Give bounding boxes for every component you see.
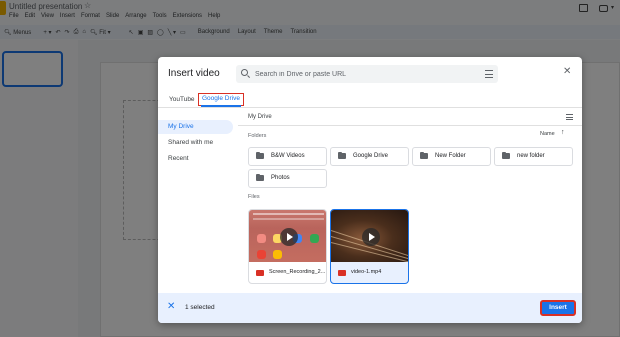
- shared-folder-icon: [256, 151, 264, 159]
- play-icon[interactable]: [362, 228, 380, 246]
- files-heading: Files: [248, 194, 260, 200]
- folder-name: New Folder: [435, 153, 466, 159]
- folder-item[interactable]: new folder: [494, 147, 573, 166]
- video-file-icon: [338, 270, 346, 276]
- video-file-icon: [256, 270, 264, 276]
- close-icon[interactable]: ✕: [563, 67, 571, 77]
- drive-nav: My Drive Shared with me Recent: [158, 108, 238, 293]
- list-view-icon[interactable]: [566, 114, 573, 121]
- folder-name: new folder: [517, 153, 545, 159]
- nav-item-shared-with-me[interactable]: Shared with me: [158, 136, 233, 150]
- deselect-close-icon[interactable]: ✕: [167, 301, 175, 313]
- search-bar: [253, 218, 324, 220]
- folder-icon: [420, 151, 428, 159]
- search-icon: [241, 69, 248, 76]
- folder-item[interactable]: New Folder: [412, 147, 491, 166]
- divider: [238, 125, 582, 126]
- drive-content: My Drive Folders Name ↑ B&W Videos Googl…: [238, 108, 582, 293]
- insert-video-dialog: Insert video ✕ YouTube Google Drive My D…: [158, 57, 582, 323]
- file-name: Screen_Recording_2...: [269, 269, 326, 275]
- selected-count: 1 selected: [185, 304, 215, 311]
- insert-button[interactable]: Insert: [540, 300, 576, 316]
- folder-name: Photos: [271, 175, 290, 181]
- file-meta: Screen_Recording_2...: [249, 262, 326, 283]
- video-thumbnail: [249, 210, 326, 262]
- status-bar: [253, 213, 324, 215]
- file-name: video-1.mp4: [351, 269, 382, 275]
- app-icon: [257, 234, 266, 243]
- search-box: [236, 65, 498, 83]
- app-icon: [273, 250, 282, 259]
- breadcrumb[interactable]: My Drive: [248, 114, 272, 120]
- app-icon: [310, 234, 319, 243]
- selection-footer: ✕ 1 selected Insert: [158, 293, 582, 323]
- file-meta: video-1.mp4: [331, 262, 408, 283]
- tab-youtube[interactable]: YouTube: [166, 93, 198, 106]
- sort-ascending-icon[interactable]: ↑: [561, 129, 565, 136]
- folder-icon: [338, 151, 346, 159]
- file-card-selected[interactable]: video-1.mp4: [330, 209, 409, 284]
- app-icon: [257, 250, 266, 259]
- sort-by-name-button[interactable]: Name: [540, 131, 555, 137]
- source-tabs: YouTube Google Drive: [158, 93, 582, 107]
- play-icon[interactable]: [280, 228, 298, 246]
- folder-name: Google Drive: [353, 153, 389, 159]
- file-card[interactable]: Screen_Recording_2...: [248, 209, 327, 284]
- nav-item-recent[interactable]: Recent: [158, 152, 233, 166]
- folder-item[interactable]: Photos: [248, 169, 327, 188]
- dialog-title: Insert video: [168, 68, 220, 79]
- nav-item-my-drive[interactable]: My Drive: [158, 120, 233, 134]
- folder-item[interactable]: Google Drive: [330, 147, 409, 166]
- filter-options-icon[interactable]: [485, 70, 493, 79]
- folder-icon: [502, 151, 510, 159]
- folder-item[interactable]: B&W Videos: [248, 147, 327, 166]
- folder-name: B&W Videos: [271, 153, 305, 159]
- video-thumbnail: [331, 210, 408, 265]
- search-input[interactable]: [255, 67, 465, 81]
- folder-icon: [256, 173, 264, 181]
- folders-heading: Folders: [248, 133, 267, 139]
